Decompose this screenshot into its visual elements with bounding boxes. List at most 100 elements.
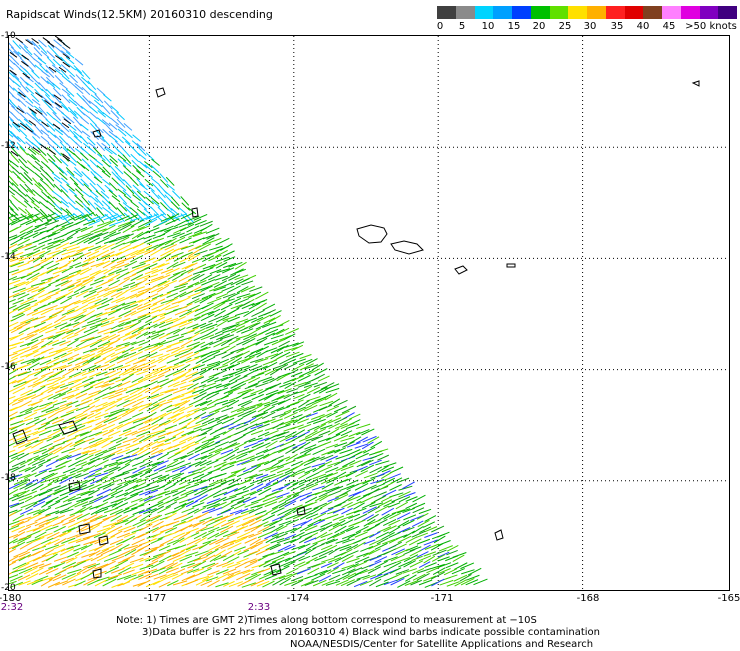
- island-outline: [98, 535, 109, 546]
- wind-barb: [167, 451, 181, 460]
- wind-barb: [103, 94, 112, 102]
- wind-barb: [51, 383, 66, 390]
- longitude-label: -168: [576, 593, 600, 604]
- wind-barb: [59, 490, 73, 497]
- wind-barb: [12, 87, 22, 97]
- wind-barb: [185, 579, 199, 586]
- wind-barb: [313, 381, 328, 388]
- wind-barb: [17, 267, 31, 274]
- wind-barb: [193, 423, 208, 430]
- wind-barb: [241, 477, 254, 484]
- wind-barb: [55, 221, 69, 228]
- wind-barb: [181, 263, 194, 270]
- wind-barb: [89, 106, 99, 114]
- latitude-label: -18: [1, 473, 16, 483]
- wind-barb: [87, 176, 96, 186]
- wind-barb: [200, 322, 213, 329]
- wind-barb: [73, 124, 83, 134]
- wind-barb: [144, 411, 157, 420]
- wind-barb: [45, 567, 59, 575]
- wind-barb: [81, 419, 95, 425]
- wind-barb: [9, 511, 16, 517]
- wind-barb: [55, 165, 64, 174]
- wind-barb: [9, 189, 16, 196]
- wind-barb: [146, 184, 155, 192]
- wind-barb: [157, 442, 172, 448]
- wind-barb: [131, 262, 146, 269]
- wind-barb: [110, 472, 125, 480]
- wind-barb: [25, 573, 39, 581]
- wind-barb: [129, 441, 142, 448]
- wind-barb: [136, 290, 149, 298]
- wind-barb: [32, 549, 45, 556]
- wind-barb: [131, 563, 144, 569]
- wind-barb: [30, 93, 40, 103]
- contaminated-wind-barb: [52, 123, 61, 130]
- wind-barb: [221, 407, 234, 413]
- wind-map: [9, 36, 729, 590]
- wind-barb: [132, 519, 146, 527]
- wind-barb: [179, 555, 193, 562]
- latitude-label: -20: [1, 583, 16, 593]
- wind-barb: [269, 324, 284, 330]
- wind-barb: [135, 170, 145, 178]
- wind-barb: [39, 532, 53, 539]
- wind-barb: [19, 225, 34, 234]
- wind-barb: [111, 582, 124, 588]
- map-title: Rapidscat Winds(12.5KM) 20160310 descend…: [6, 8, 273, 21]
- wind-barb: [150, 374, 165, 382]
- wind-barb: [150, 474, 163, 480]
- wind-barb: [265, 389, 279, 396]
- wind-barb: [178, 207, 188, 215]
- wind-barb: [107, 273, 121, 282]
- wind-barb: [33, 206, 43, 215]
- wind-barb: [144, 380, 158, 388]
- wind-barb: [123, 194, 133, 202]
- wind-barb: [306, 418, 321, 424]
- wind-barb: [437, 540, 451, 546]
- wind-barb: [31, 399, 43, 407]
- wind-barb: [33, 385, 46, 394]
- wind-barb: [46, 152, 56, 162]
- legend-swatch: [568, 6, 587, 19]
- wind-barb: [159, 321, 174, 329]
- wind-barb: [52, 521, 64, 527]
- wind-barb: [346, 442, 361, 448]
- wind-barb: [325, 472, 339, 478]
- wind-barb: [11, 556, 26, 563]
- wind-barb: [118, 310, 132, 318]
- longitude-label: -165: [717, 593, 740, 604]
- wind-barb: [205, 392, 220, 401]
- wind-barb: [178, 519, 193, 526]
- wind-barb: [32, 356, 45, 364]
- wind-barb: [164, 237, 177, 246]
- wind-barb: [11, 95, 21, 102]
- wind-barb: [430, 571, 445, 580]
- wind-barb: [67, 357, 82, 365]
- contaminated-wind-barb: [21, 54, 29, 61]
- wind-barb: [69, 237, 84, 245]
- wind-barb: [12, 387, 26, 395]
- wind-barb: [97, 153, 106, 161]
- wind-barb: [369, 466, 383, 474]
- wind-barb: [353, 560, 368, 568]
- wind-barb: [181, 202, 191, 211]
- wind-barb: [303, 460, 316, 466]
- legend-tick-label: 30: [583, 21, 597, 32]
- wind-barb: [83, 540, 96, 546]
- wind-barb: [145, 538, 157, 544]
- wind-barb: [143, 548, 157, 557]
- wind-barb: [200, 472, 213, 479]
- wind-barb: [213, 369, 228, 377]
- wind-barb: [9, 84, 15, 91]
- wind-barb: [186, 573, 201, 580]
- wind-barb: [180, 196, 190, 206]
- wind-barb: [186, 323, 199, 329]
- wind-barb: [263, 393, 276, 401]
- wind-barb: [207, 281, 220, 288]
- wind-barb: [130, 497, 143, 503]
- wind-map-panel: [8, 35, 730, 591]
- wind-barb: [375, 581, 389, 588]
- wind-barb: [321, 557, 335, 563]
- wind-barb: [199, 494, 213, 503]
